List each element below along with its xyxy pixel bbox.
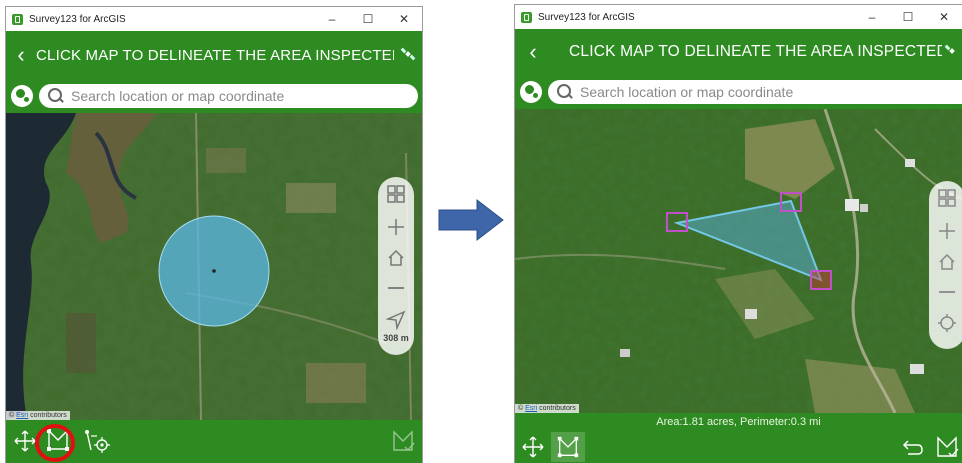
globe-location-icon[interactable]	[520, 81, 542, 103]
survey123-window-left: Survey123 for ArcGIS – ☐ ✕ ‹ CLICK MAP T…	[6, 7, 422, 463]
map-attribution: © Esri contributors	[515, 404, 579, 413]
maximize-button[interactable]: ☐	[890, 10, 926, 24]
polygon-draw-icon[interactable]	[551, 432, 585, 462]
satellite-icon[interactable]	[394, 46, 422, 65]
search-input[interactable]	[578, 83, 962, 101]
search-input[interactable]	[69, 87, 418, 105]
search-box	[39, 84, 418, 108]
minimize-button[interactable]: –	[314, 12, 350, 26]
home-icon[interactable]	[929, 247, 962, 277]
window-title: Survey123 for ArcGIS	[538, 11, 635, 23]
center-point	[212, 269, 216, 273]
map-view[interactable]: 308 m © Esri contributors	[6, 113, 422, 420]
transition-arrow-icon	[438, 198, 504, 242]
search-box	[548, 80, 962, 104]
window-title: Survey123 for ArcGIS	[29, 13, 126, 25]
satellite-basemap	[6, 113, 422, 420]
satellite-basemap	[515, 109, 962, 413]
survey123-logo-icon	[12, 13, 23, 25]
survey123-logo-icon	[521, 11, 532, 23]
title-bar: Survey123 for ArcGIS – ☐ ✕	[6, 7, 422, 31]
globe-location-icon[interactable]	[11, 85, 33, 107]
zoom-out-icon[interactable]	[378, 273, 414, 303]
home-icon[interactable]	[378, 243, 414, 273]
satellite-icon[interactable]	[942, 43, 962, 62]
area-perimeter-text: Area:1.81 acres, Perimeter:0.3 mi	[656, 416, 821, 428]
gps-track-icon[interactable]	[80, 426, 114, 456]
move-arrows-icon[interactable]	[519, 433, 547, 461]
page-title: CLICK MAP TO DELINEATE THE AREA INSPECTE…	[569, 43, 942, 60]
undo-icon[interactable]	[899, 433, 927, 461]
map-view[interactable]: © Esri contributors	[515, 109, 962, 413]
basemap-gallery-icon[interactable]	[929, 181, 962, 215]
back-button[interactable]: ‹	[515, 39, 551, 65]
map-controls: 308 m	[378, 177, 414, 355]
page-title: CLICK MAP TO DELINEATE THE AREA INSPECTE…	[36, 46, 394, 64]
locate-icon[interactable]	[378, 303, 414, 337]
map-attribution: © Esri contributors	[6, 411, 70, 420]
back-button[interactable]: ‹	[6, 42, 36, 68]
title-bar: Survey123 for ArcGIS – ☐ ✕	[515, 5, 962, 29]
esri-link[interactable]: Esri	[16, 412, 28, 419]
close-button[interactable]: ✕	[386, 12, 422, 26]
search-row	[6, 79, 422, 113]
zoom-out-icon[interactable]	[929, 277, 962, 307]
esri-link[interactable]: Esri	[525, 405, 537, 412]
basemap-gallery-icon[interactable]	[378, 177, 414, 211]
zoom-in-icon[interactable]	[929, 215, 962, 247]
locate-icon[interactable]	[929, 307, 962, 339]
map-scale-label: 308 m	[383, 333, 409, 343]
polygon-confirm-icon[interactable]	[388, 426, 418, 456]
page-header: ‹ CLICK MAP TO DELINEATE THE AREA INSPEC…	[6, 31, 422, 79]
minimize-button[interactable]: –	[854, 10, 890, 24]
highlight-circle	[35, 424, 75, 462]
area-summary-bar: Area:1.81 acres, Perimeter:0.3 mi	[515, 413, 962, 431]
map-controls	[929, 181, 962, 349]
maximize-button[interactable]: ☐	[350, 12, 386, 26]
close-button[interactable]: ✕	[926, 10, 962, 24]
search-icon	[556, 83, 574, 101]
search-row	[515, 75, 962, 109]
page-header: ‹ CLICK MAP TO DELINEATE THE AREA INSPEC…	[515, 29, 962, 75]
polygon-confirm-icon[interactable]	[933, 433, 961, 461]
polygon-vertex-3[interactable]	[810, 270, 832, 290]
survey123-window-right: Survey123 for ArcGIS – ☐ ✕ ‹ CLICK MAP T…	[515, 5, 962, 463]
bottom-toolbar	[515, 431, 962, 463]
zoom-in-icon[interactable]	[378, 211, 414, 243]
search-icon	[47, 87, 65, 105]
